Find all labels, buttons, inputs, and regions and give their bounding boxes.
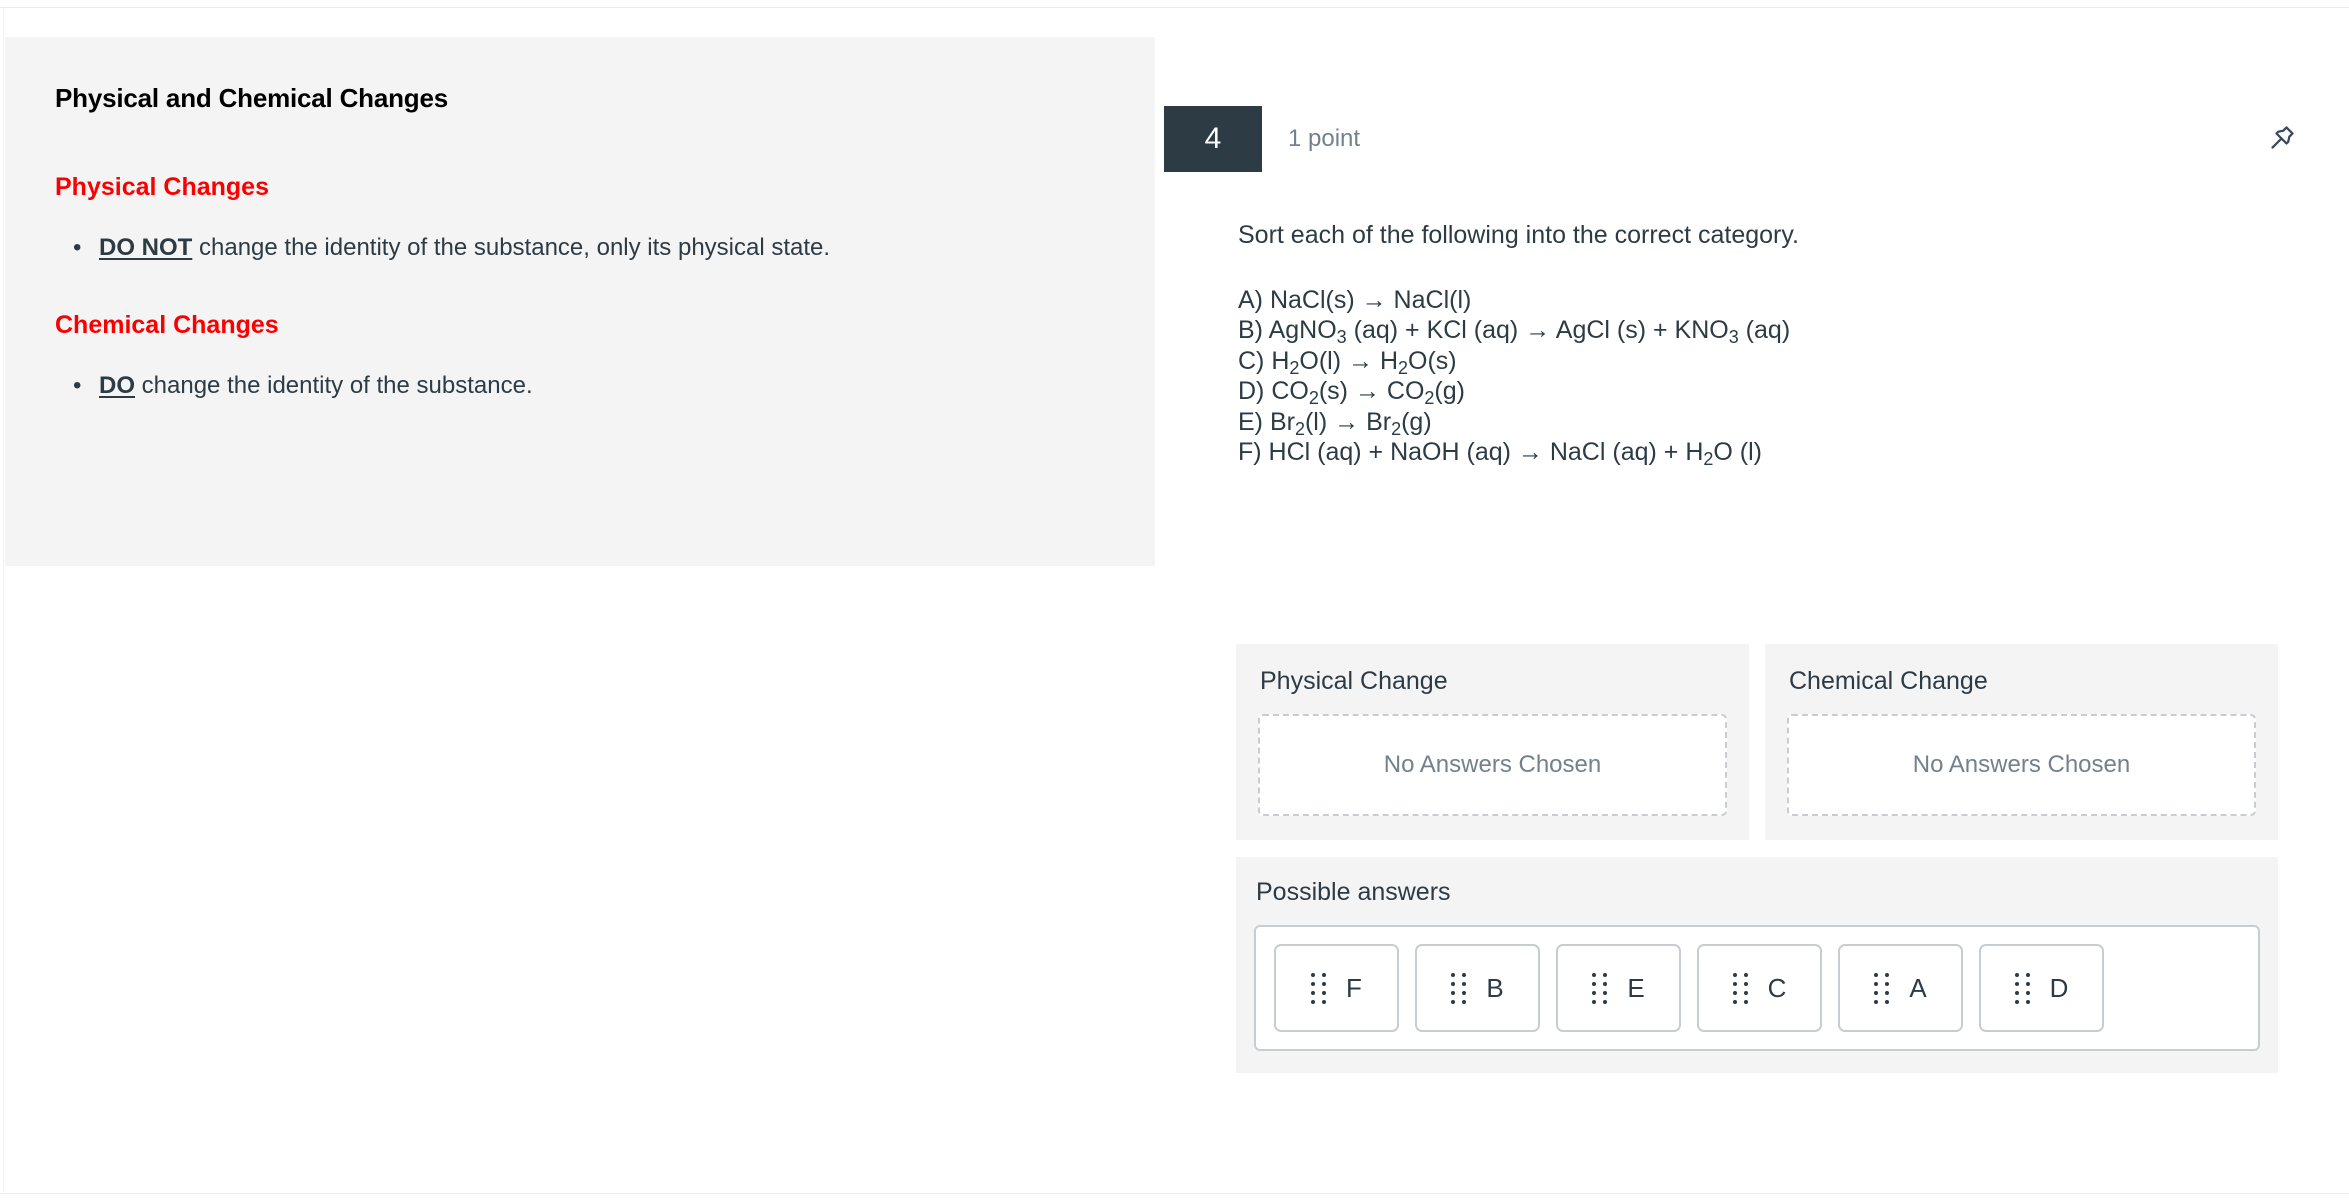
stimulus-panel: Physical and Chemical Changes Physical C…	[5, 37, 1155, 566]
question-panel: 4 1 point Sort each of the following int…	[1156, 9, 2349, 1193]
answer-tile[interactable]: B	[1415, 944, 1540, 1032]
question-number-badge: 4	[1164, 106, 1262, 172]
answer-tile[interactable]: C	[1697, 944, 1822, 1032]
equation-item-e: E) Br2(l) → Br2(g)	[1238, 407, 1432, 439]
stimulus-bullet-physical-emphasis: DO NOT	[99, 234, 193, 262]
bucket-chemical-change-title: Chemical Change	[1789, 667, 1988, 695]
drag-handle-icon[interactable]	[1874, 972, 1890, 1004]
question-points-label: 1 point	[1288, 125, 1361, 152]
pushpin-icon	[2264, 122, 2298, 156]
answer-tile[interactable]: E	[1556, 944, 1681, 1032]
answer-tile-label: E	[1627, 973, 1645, 1003]
answer-tile-label: A	[1909, 973, 1927, 1003]
drag-handle-icon[interactable]	[2014, 972, 2030, 1004]
page-bottom-rule	[0, 1193, 2349, 1194]
answer-tile-label: F	[1346, 973, 1362, 1003]
drag-handle-icon[interactable]	[1732, 972, 1748, 1004]
question-header: 4 1 point	[1164, 106, 1360, 172]
stimulus-list-chemical: DO change the identity of the substance.	[55, 351, 1105, 404]
stimulus-list-physical: DO NOT change the identity of the substa…	[55, 213, 1105, 266]
stimulus-heading-chemical: Chemical Changes	[55, 311, 279, 340]
stimulus-heading-physical: Physical Changes	[55, 173, 269, 202]
bucket-physical-change: Physical Change No Answers Chosen	[1236, 644, 1749, 840]
drag-handle-icon[interactable]	[1311, 972, 1327, 1004]
possible-answers-tray[interactable]: FBECAD	[1254, 925, 2260, 1051]
answer-tile-label: B	[1486, 973, 1504, 1003]
stimulus-bullet-chemical-text: change the identity of the substance.	[135, 372, 533, 400]
answer-tile[interactable]: A	[1838, 944, 1963, 1032]
drag-handle-icon[interactable]	[1451, 972, 1467, 1004]
dropzone-physical-change-empty-text: No Answers Chosen	[1383, 751, 1602, 778]
stimulus-content: Physical and Chemical Changes Physical C…	[5, 37, 1155, 404]
dropzone-physical-change[interactable]: No Answers Chosen	[1258, 714, 1727, 816]
dropzone-chemical-change-empty-text: No Answers Chosen	[1912, 751, 2131, 778]
equation-item-c: C) H2O(l) → H2O(s)	[1238, 346, 1457, 378]
answer-tile-label: C	[1767, 973, 1787, 1003]
equation-item-b: B) AgNO3 (aq) + KCl (aq) → AgCl (s) + KN…	[1238, 316, 1791, 348]
stimulus-title: Physical and Chemical Changes	[55, 83, 449, 113]
drag-handle-icon[interactable]	[1592, 972, 1608, 1004]
equation-item-d: D) CO2(s) → CO2(g)	[1238, 377, 1465, 409]
bucket-chemical-change: Chemical Change No Answers Chosen	[1765, 644, 2278, 840]
bucket-physical-change-title: Physical Change	[1260, 667, 1448, 695]
pin-question-button[interactable]	[2261, 119, 2301, 159]
stimulus-bullet-physical-text: change the identity of the substance, on…	[192, 234, 831, 262]
equation-item-f: F) HCl (aq) + NaOH (aq) → NaCl (aq) + H2…	[1238, 438, 1762, 470]
equation-list: A) NaCl(s) → NaCl(l) B) AgNO3 (aq) + KCl…	[1238, 285, 2328, 470]
possible-answers-panel: Possible answers F B E C A D	[1236, 857, 2278, 1073]
answer-tile[interactable]: F	[1274, 944, 1399, 1032]
question-prompt: Sort each of the following into the corr…	[1238, 221, 1799, 249]
dropzone-chemical-change[interactable]: No Answers Chosen	[1787, 714, 2256, 816]
stimulus-bullet-chemical-emphasis: DO	[99, 372, 135, 400]
equation-item-a: A) NaCl(s) → NaCl(l)	[1238, 285, 1472, 314]
window-top-strip	[0, 0, 2349, 8]
possible-answers-title: Possible answers	[1256, 878, 1451, 906]
question-body: Sort each of the following into the corr…	[1238, 219, 2328, 468]
page-root: Physical and Chemical Changes Physical C…	[0, 0, 2349, 1200]
category-buckets: Physical Change No Answers Chosen Chemic…	[1236, 644, 2296, 840]
answer-area: Physical Change No Answers Chosen Chemic…	[1236, 644, 2296, 1073]
page-left-rule	[3, 9, 4, 1192]
stimulus-bullet-chemical: DO change the identity of the substance.	[73, 351, 1105, 404]
answer-tile[interactable]: D	[1979, 944, 2104, 1032]
stimulus-bullet-physical: DO NOT change the identity of the substa…	[73, 213, 1105, 266]
answer-tile-label: D	[2049, 973, 2069, 1003]
